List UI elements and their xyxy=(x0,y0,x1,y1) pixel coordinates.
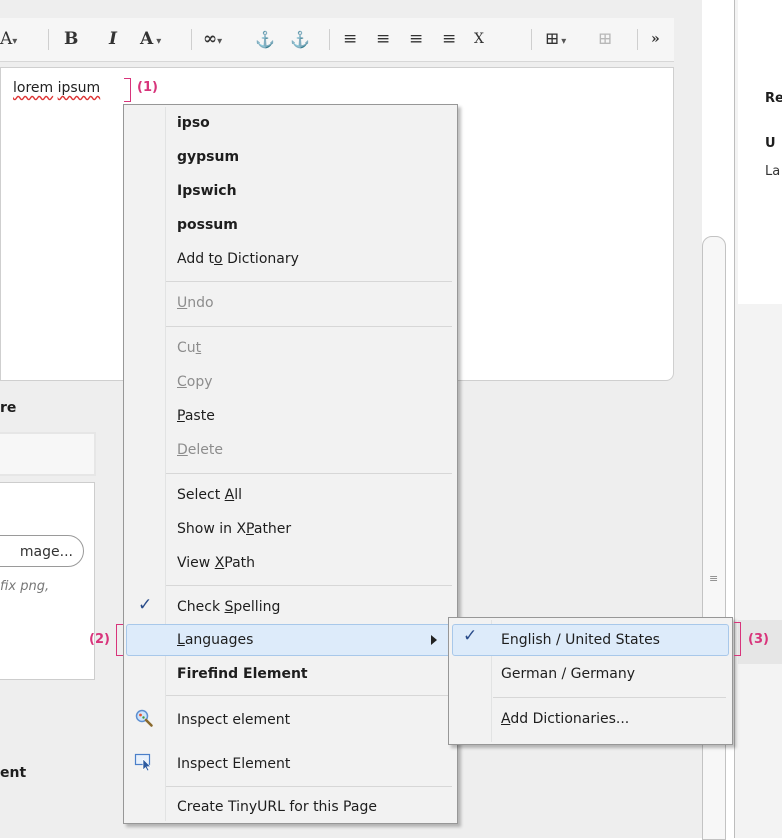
menu-item-check-spelling[interactable]: Check Spelling xyxy=(177,595,280,619)
callout-label-2: (2) xyxy=(89,632,110,647)
align-center-icon[interactable]: ≡ xyxy=(376,18,390,61)
callout-label-1: (1) xyxy=(137,80,158,95)
menu-item-add-to-dictionary[interactable]: Add to Dictionary xyxy=(177,247,299,271)
hint-line: fix png, xyxy=(0,579,50,594)
menu-item-create-tinyurl[interactable]: Create TinyURL for this Page xyxy=(177,795,377,819)
suggestion-item[interactable]: possum xyxy=(177,213,238,237)
context-menu xyxy=(123,104,458,824)
input-field[interactable] xyxy=(0,432,96,476)
menu-separator xyxy=(166,585,452,586)
unlink-icon: ⚓ xyxy=(290,30,310,49)
misspelled-word[interactable]: lorem xyxy=(13,80,53,96)
font-size-icon[interactable]: A▾ xyxy=(0,18,17,61)
right-pane-text: La xyxy=(765,164,781,179)
menu-item-highlight xyxy=(126,624,454,656)
menu-item-undo: Undo xyxy=(177,295,214,311)
bold-button[interactable]: B xyxy=(64,18,78,61)
misspelled-word-selected[interactable]: ipsum xyxy=(58,80,101,96)
align-justify-icon[interactable]: ≡ xyxy=(442,18,456,61)
more-icon[interactable]: » xyxy=(651,18,660,61)
right-pane-heading: U xyxy=(765,136,776,151)
menu-item-select-all[interactable]: Select All xyxy=(177,483,242,507)
menu-separator xyxy=(166,786,452,787)
section-label: re xyxy=(0,400,17,416)
inspect-cursor-icon xyxy=(134,753,152,772)
check-icon: ✓ xyxy=(138,595,153,615)
menu-item-view-xpath[interactable]: View XPath xyxy=(177,551,255,575)
right-pane-content xyxy=(738,0,782,304)
menu-item-inspect-element-alt[interactable]: Inspect Element xyxy=(177,752,290,776)
inspect-magnifier-icon xyxy=(135,709,153,727)
clear-format-icon[interactable]: Ⅹ xyxy=(474,18,484,61)
menu-item-add-dictionaries[interactable]: Add Dictionaries... xyxy=(501,707,629,731)
menu-separator xyxy=(493,697,726,698)
scrollbar-thumb[interactable] xyxy=(702,236,726,840)
editor-text[interactable]: lorem ipsum xyxy=(13,80,100,96)
toolbar-separator xyxy=(48,29,49,50)
menu-item-firefind-element[interactable]: Firefind Element xyxy=(177,662,308,686)
choose-image-button[interactable]: mage... xyxy=(0,535,84,567)
toolbar-separator xyxy=(637,29,638,50)
suggestion-item[interactable]: gypsum xyxy=(177,145,239,169)
menu-gutter-line xyxy=(165,107,166,821)
suggestion-item[interactable]: Ipswich xyxy=(177,179,237,203)
menu-item-delete: Delete xyxy=(177,442,223,458)
callout-label-3: (3) xyxy=(748,632,769,647)
suggestion-item[interactable]: ipso xyxy=(177,111,210,135)
section-label: ent xyxy=(0,765,27,781)
editor-toolbar: A▾ B I A ▾ ∞▾ ⚓ ⚓ ≡ ≡ ≡ ≡ Ⅹ ⊞ ▾ ⊞ » xyxy=(0,18,674,62)
table-properties-icon: ⊞ xyxy=(598,29,613,49)
toolbar-separator xyxy=(329,29,330,50)
image-hint: fix png, xyxy=(0,578,49,596)
column-divider xyxy=(734,0,735,838)
scroll-grip-icon: ≡ xyxy=(709,572,719,585)
table-icon[interactable]: ⊞ ▾ xyxy=(545,18,566,61)
toolbar-separator xyxy=(531,29,532,50)
check-icon: ✓ xyxy=(463,626,478,646)
menu-separator xyxy=(166,326,452,327)
menu-separator xyxy=(166,473,452,474)
menu-separator xyxy=(166,695,452,696)
language-option[interactable]: German / Germany xyxy=(501,662,635,686)
toolbar-separator xyxy=(191,29,192,50)
menu-item-languages[interactable]: Languages xyxy=(177,628,253,652)
align-left-icon[interactable]: ≡ xyxy=(343,18,357,61)
anchor-icon[interactable]: ⚓ xyxy=(255,18,275,61)
align-right-icon[interactable]: ≡ xyxy=(409,18,423,61)
menu-item-cut: Cut xyxy=(177,340,202,356)
callout-bracket-3 xyxy=(734,622,741,656)
right-pane-heading: Re xyxy=(765,91,782,106)
link-icon[interactable]: ∞▾ xyxy=(203,18,222,61)
menu-item-copy: Copy xyxy=(177,374,213,390)
menu-item-inspect-element[interactable]: Inspect element xyxy=(177,708,290,732)
menu-item-show-in-xpather[interactable]: Show in XPather xyxy=(177,517,291,541)
submenu-arrow-icon xyxy=(431,635,437,645)
menu-item-paste[interactable]: Paste xyxy=(177,404,215,428)
font-color-icon[interactable]: A ▾ xyxy=(140,18,161,61)
callout-bracket-1 xyxy=(124,78,131,102)
language-option[interactable]: English / United States xyxy=(501,628,660,652)
menu-separator xyxy=(166,281,452,282)
callout-bracket-2 xyxy=(116,624,123,656)
italic-button[interactable]: I xyxy=(109,18,117,61)
